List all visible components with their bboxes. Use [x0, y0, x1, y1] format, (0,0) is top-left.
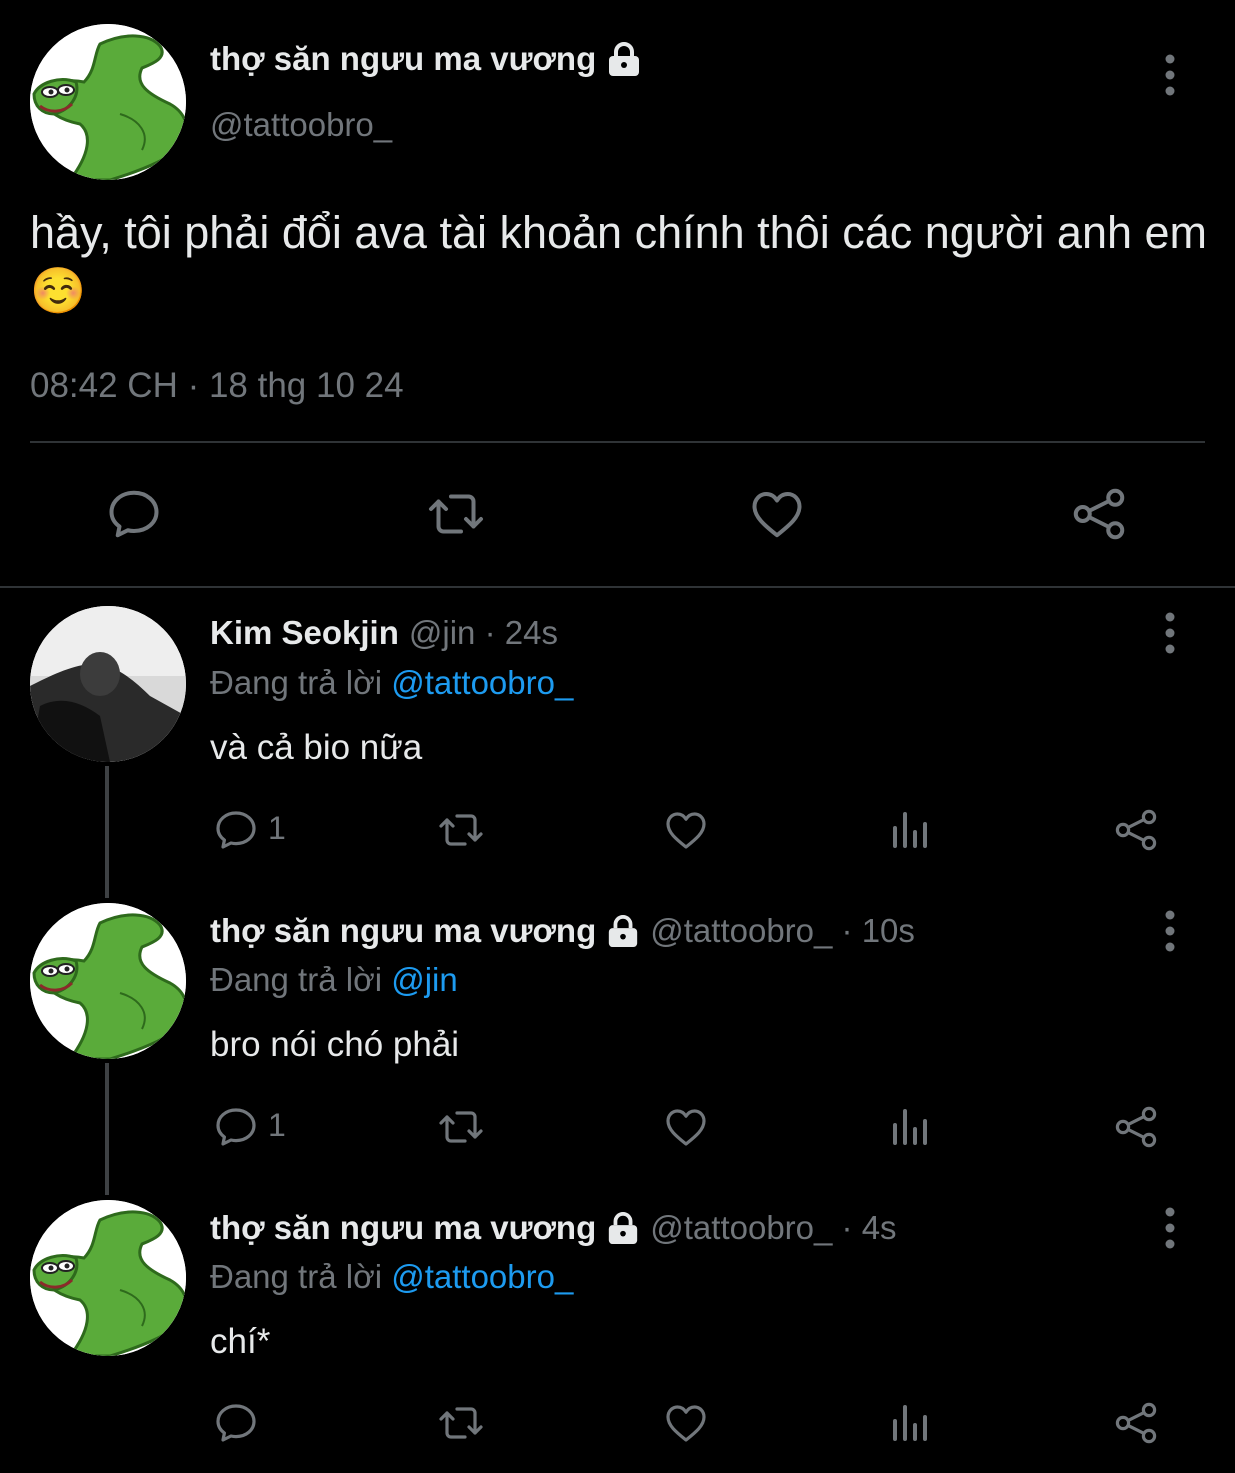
pepe-frog-icon — [30, 24, 186, 180]
lock-icon — [609, 1212, 638, 1245]
share-icon[interactable] — [1112, 1399, 1160, 1447]
tweet-timestamp[interactable]: 08:42 CH · 18 thg 10 24 — [30, 366, 404, 406]
reply-avatar[interactable] — [30, 606, 186, 762]
author-avatar[interactable] — [30, 24, 186, 180]
reply-avatar[interactable] — [30, 1200, 186, 1356]
retweet-icon[interactable] — [426, 484, 486, 544]
reply-author-name[interactable]: thợ săn ngưu ma vương — [210, 912, 596, 950]
replying-label: Đang trả lời — [210, 664, 383, 701]
replying-to: Đang trả lời @jin — [210, 961, 458, 999]
divider — [30, 441, 1205, 443]
retweet-icon[interactable] — [437, 1399, 485, 1447]
reply-text: bro nói chó phải — [210, 1025, 460, 1064]
reply-header: thợ săn ngưu ma vương @tattoobro_ · 10s — [210, 912, 915, 950]
retweet-icon[interactable] — [437, 1103, 485, 1151]
share-icon[interactable] — [1112, 806, 1160, 854]
reply-header: thợ săn ngưu ma vương @tattoobro_ · 4s — [210, 1209, 897, 1247]
replying-mention[interactable]: @tattoobro_ — [391, 664, 573, 701]
reply-avatar[interactable] — [30, 903, 186, 1059]
more-options-icon[interactable] — [1160, 54, 1180, 96]
like-icon[interactable] — [662, 806, 710, 854]
reply-text: và cả bio nữa — [210, 728, 423, 767]
tweet-text: hầy, tôi phải đổi ava tài khoản chính th… — [30, 207, 1208, 316]
reply-meta: @tattoobro_ · 10s — [650, 912, 915, 949]
analytics-icon[interactable] — [887, 806, 935, 854]
like-icon[interactable] — [747, 484, 807, 544]
reply-text: chí* — [210, 1322, 271, 1361]
pepe-frog-icon — [30, 1200, 186, 1356]
thread-line — [105, 1063, 109, 1195]
reply-icon[interactable] — [104, 484, 164, 544]
more-options-icon[interactable] — [1160, 612, 1180, 654]
analytics-icon[interactable] — [887, 1399, 935, 1447]
replying-mention[interactable]: @jin — [391, 961, 458, 998]
author-display-name[interactable]: thợ săn ngưu ma vương — [210, 40, 596, 78]
replying-to: Đang trả lời @tattoobro_ — [210, 1258, 573, 1296]
reply-author-name[interactable]: Kim Seokjin — [210, 614, 399, 652]
reply-icon[interactable] — [212, 1399, 260, 1447]
author-name[interactable]: thợ săn ngưu ma vương — [210, 40, 642, 78]
share-icon[interactable] — [1112, 1103, 1160, 1151]
thread-line — [105, 766, 109, 898]
replying-label: Đang trả lời — [210, 961, 383, 998]
like-icon[interactable] — [662, 1399, 710, 1447]
reply-meta: @jin · 24s — [408, 614, 558, 651]
retweet-icon[interactable] — [437, 806, 485, 854]
analytics-icon[interactable] — [887, 1103, 935, 1151]
replying-label: Đang trả lời — [210, 1258, 383, 1295]
replying-to: Đang trả lời @tattoobro_ — [210, 664, 573, 702]
more-options-icon[interactable] — [1160, 910, 1180, 952]
reply-meta: @tattoobro_ · 4s — [650, 1209, 897, 1246]
reply-header: Kim Seokjin @jin · 24s — [210, 614, 558, 652]
section-separator — [0, 586, 1235, 588]
replying-mention[interactable]: @tattoobro_ — [391, 1258, 573, 1295]
reply-icon[interactable] — [212, 806, 260, 854]
share-icon[interactable] — [1069, 484, 1129, 544]
reply-icon[interactable] — [212, 1103, 260, 1151]
author-handle[interactable]: @tattoobro_ — [210, 106, 392, 144]
lock-icon — [609, 42, 640, 76]
more-options-icon[interactable] — [1160, 1207, 1180, 1249]
reply-count: 1 — [268, 810, 286, 846]
reply-author-name[interactable]: thợ săn ngưu ma vương — [210, 1209, 596, 1247]
grayscale-photo-avatar — [30, 606, 186, 762]
like-icon[interactable] — [662, 1103, 710, 1151]
lock-icon — [609, 915, 638, 948]
reply-count: 1 — [268, 1107, 286, 1143]
pepe-frog-icon — [30, 903, 186, 1059]
